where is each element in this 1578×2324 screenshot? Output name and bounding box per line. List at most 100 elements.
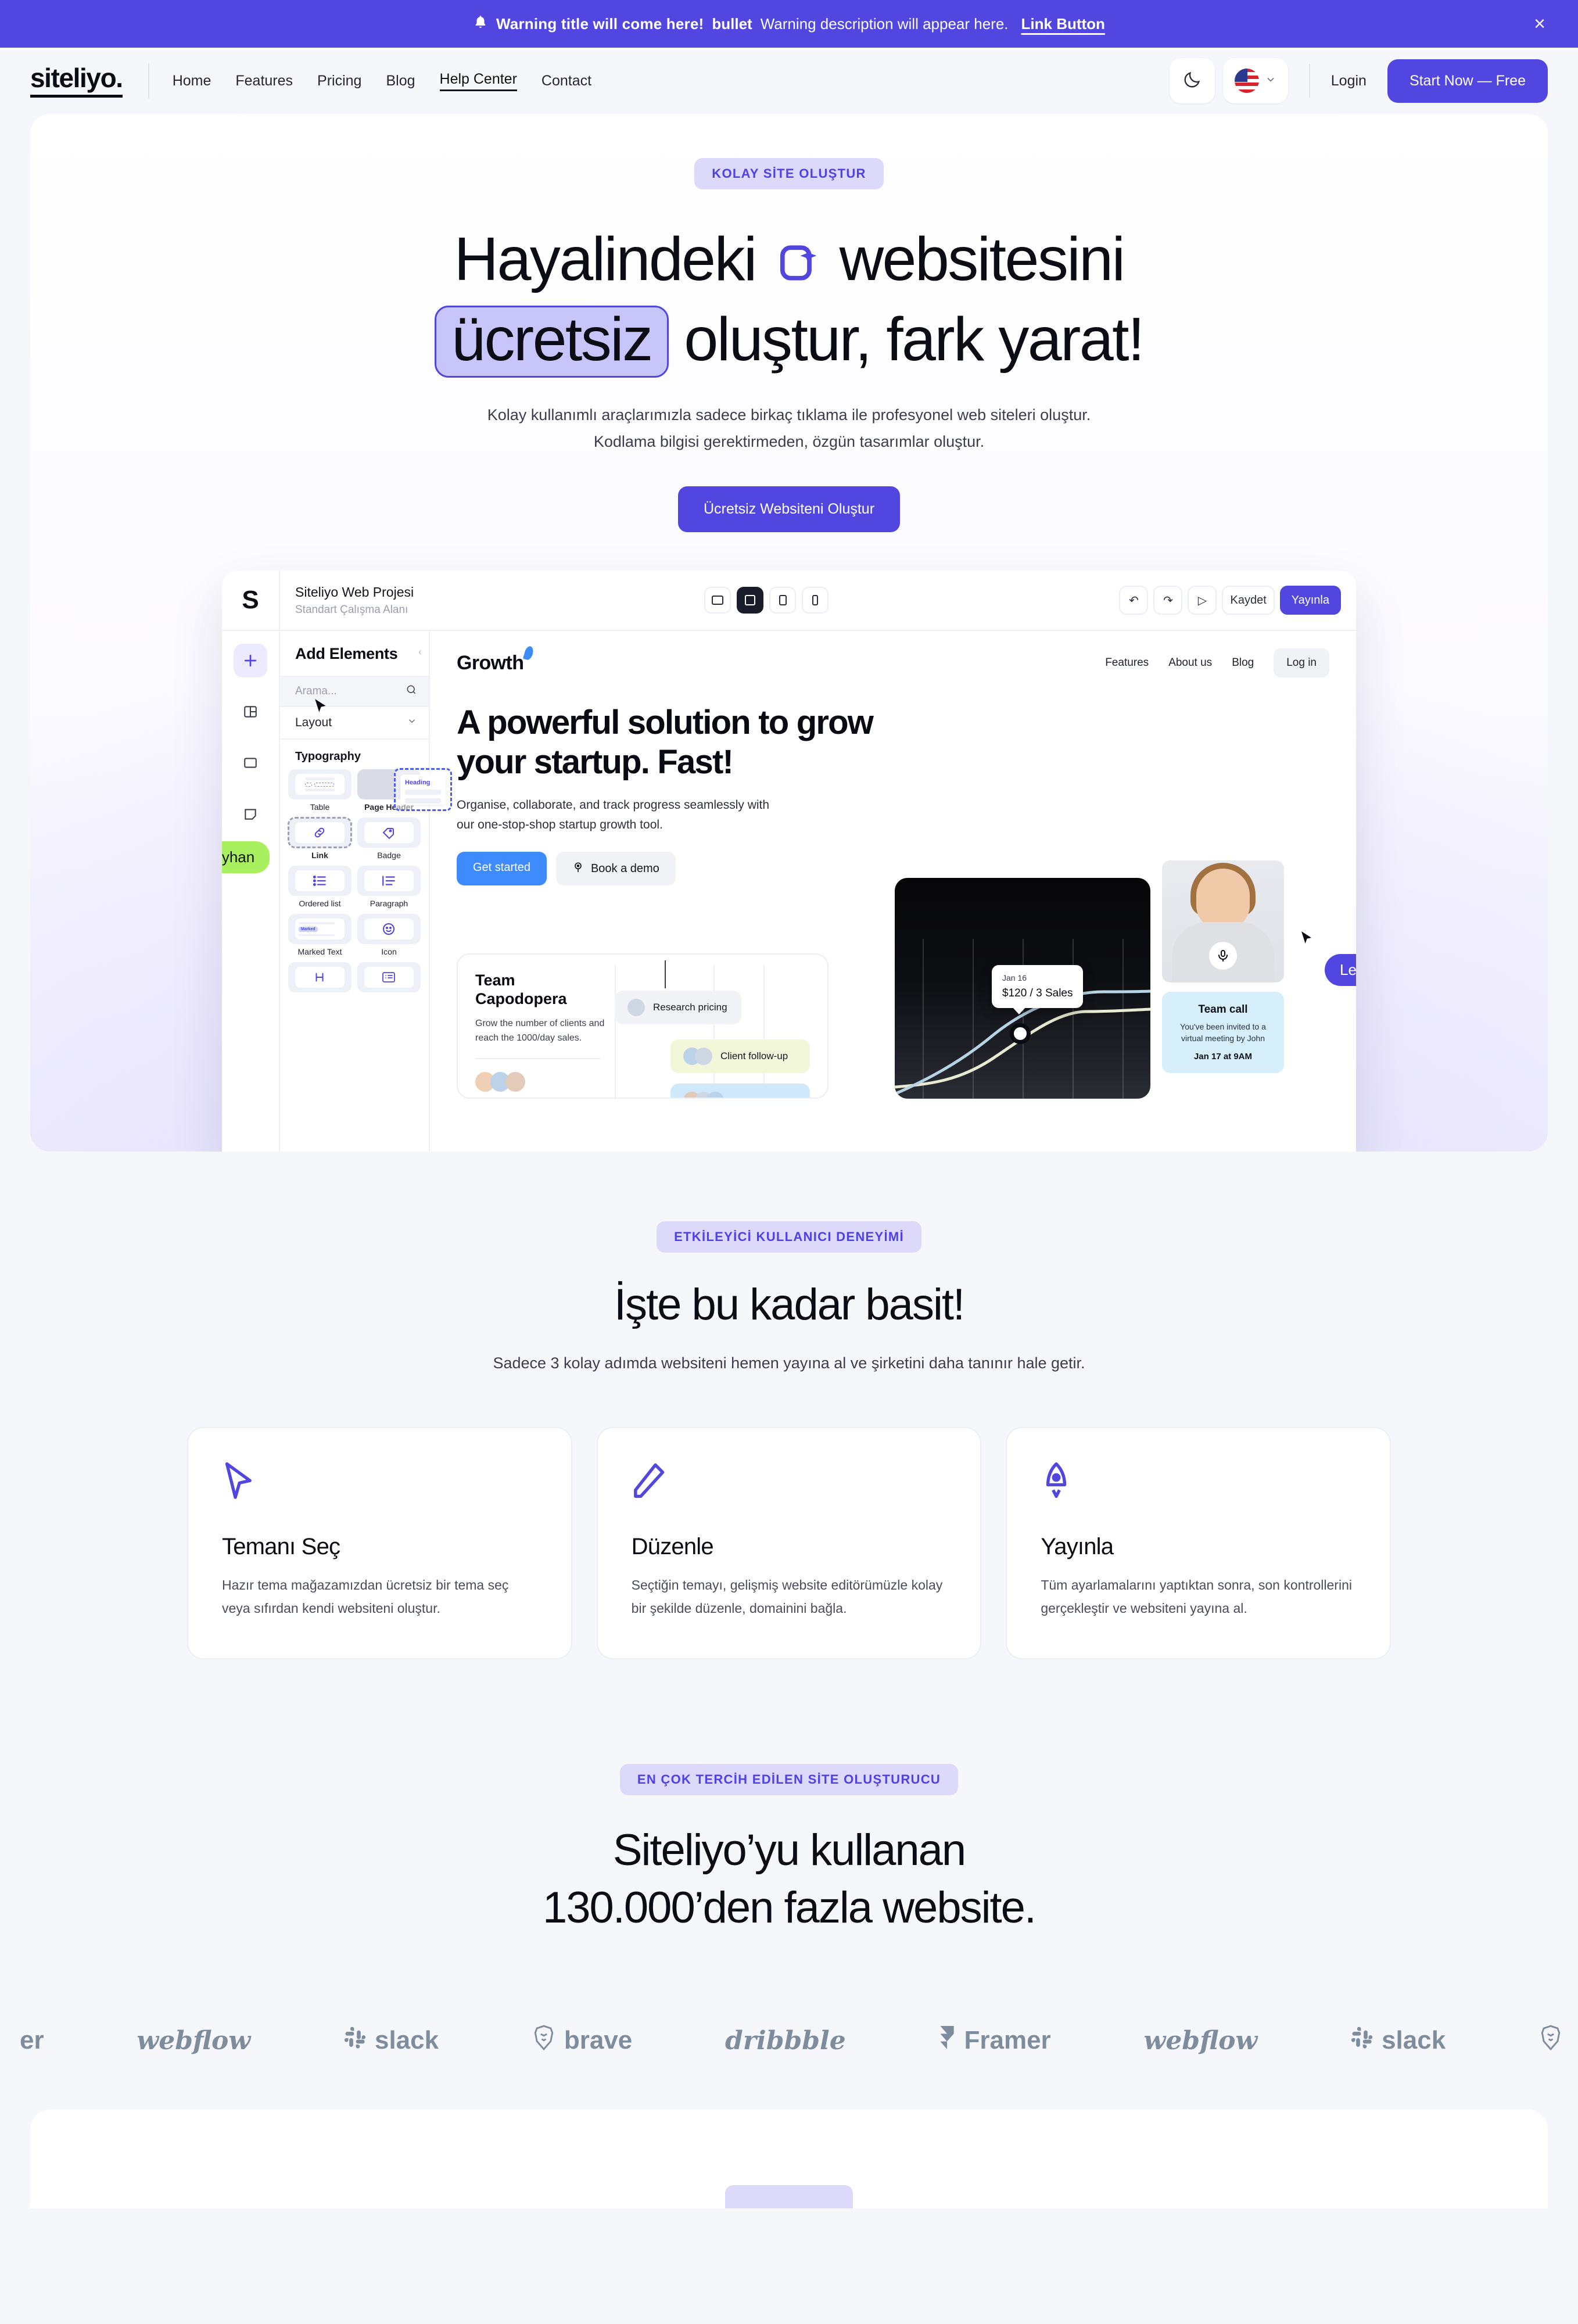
canvas-nav-blog[interactable]: Blog (1232, 657, 1254, 669)
tablet-portrait-icon[interactable] (769, 587, 797, 614)
hero-subtitle: Kolay kullanımlı araçlarımızla sadece bi… (30, 402, 1548, 455)
element-heading[interactable] (288, 962, 352, 995)
canvas-nav-links: Features About us Blog Log in (1105, 648, 1329, 678)
element-marked-text[interactable]: Marked Marked Text (288, 914, 352, 956)
canvas-team-sub-line1: Grow the number of clients and (475, 1018, 605, 1028)
chart-tooltip: Jan 16 $120 / 3 Sales (992, 965, 1084, 1015)
link-icon (288, 817, 352, 849)
layout-grid-icon[interactable] (234, 695, 267, 729)
element-badge[interactable]: Badge (357, 817, 421, 860)
canvas-login-button[interactable]: Log in (1274, 648, 1329, 678)
step-card-publish: Yayınla Tüm ayarlamalarını yaptıktan son… (1006, 1427, 1391, 1660)
logo-framer: Framer (938, 2025, 1051, 2057)
header-divider (148, 63, 149, 98)
element-table[interactable]: Table (288, 769, 352, 812)
element-link[interactable]: Link (288, 817, 352, 860)
task-row[interactable]: Client follow-up (670, 1039, 810, 1074)
canvas-get-started-button[interactable]: Get started (457, 852, 547, 886)
theme-toggle-button[interactable] (1169, 58, 1215, 103)
pencil-edit-icon (632, 1462, 947, 1507)
canvas-paragraph: Organise, collaborate, and track progres… (430, 783, 1356, 834)
avatar (695, 1048, 712, 1066)
chart-data-point (1010, 1023, 1031, 1045)
preview-icon[interactable]: ▷ (1188, 586, 1217, 615)
canvas-call-card: Team call You've been invited to a virtu… (1162, 992, 1284, 1073)
logo-webflow-2: webflow (1143, 2025, 1258, 2056)
site-logo[interactable]: siteliyo. (30, 64, 123, 98)
logo-framer-partial: er (20, 2026, 44, 2055)
nav-item-home[interactable]: Home (173, 73, 211, 89)
desktop-icon[interactable] (737, 587, 764, 614)
tablet-landscape-icon[interactable] (704, 587, 731, 614)
logo-slack-label: slack (374, 2026, 439, 2055)
canvas-book-demo-button[interactable]: Book a demo (555, 852, 676, 886)
login-link[interactable]: Login (1331, 73, 1367, 89)
brave-lion-icon (532, 2024, 556, 2057)
nav-item-blog[interactable]: Blog (386, 73, 415, 89)
editor-mockup: S Siteliyo Web Projesi Standart Çalışma … (222, 571, 1356, 1152)
canvas-person-avatar (1162, 860, 1284, 983)
pointer-cursor-icon (314, 698, 329, 718)
publish-button[interactable]: Yayınla (1279, 586, 1341, 615)
element-icon[interactable]: Icon (357, 914, 421, 956)
collapse-panel-icon[interactable]: ‹ (418, 646, 422, 658)
logo-brave: brave (532, 2024, 632, 2057)
language-selector[interactable] (1222, 58, 1288, 103)
search-icon (406, 684, 417, 699)
undo-icon[interactable]: ↶ (1119, 586, 1149, 615)
canvas-nav-about[interactable]: About us (1168, 657, 1212, 669)
nav-item-features[interactable]: Features (235, 73, 293, 89)
stats-title-line2: 130.000’den fazla website. (543, 1882, 1037, 1932)
panel-search-input[interactable]: Arama... (280, 676, 429, 708)
nav-item-pricing[interactable]: Pricing (317, 73, 361, 89)
hero-title-part3: oluştur, fark yarat! (684, 305, 1145, 374)
hero-cta-wrap: Ücretsiz Websiteni Oluştur (30, 455, 1548, 533)
close-icon[interactable]: × (1534, 14, 1545, 34)
hero-title-highlight: ücretsiz (435, 306, 669, 378)
stats-section: EN ÇOK TERCİH EDİLEN SİTE OLUŞTURUCU Sit… (0, 1659, 1578, 2110)
editor-icon-rail (222, 631, 280, 1152)
logo-framer-label: Framer (964, 2026, 1051, 2055)
task-row[interactable]: Research pricing (615, 991, 741, 1025)
logo-webflow: webflow (137, 2025, 251, 2056)
nav-item-help-center[interactable]: Help Center (439, 71, 517, 91)
chart-tooltip-value: $120 / 3 Sales (1002, 987, 1073, 1000)
ai-website-icon (776, 227, 819, 302)
announcement-link-button[interactable]: Link Button (1021, 15, 1105, 33)
hero-cta-button[interactable]: Ücretsiz Websiteni Oluştur (677, 486, 901, 533)
heading-h-icon (288, 962, 352, 993)
element-ordered-list[interactable]: Ordered list (288, 866, 352, 908)
start-now-button[interactable]: Start Now — Free (1387, 59, 1548, 103)
announcement-title: Warning title will come here! (496, 15, 704, 33)
emoji-icon (357, 914, 421, 945)
simple-section-subtitle: Sadece 3 kolay adımda websiteni hemen ya… (493, 1354, 1085, 1372)
canvas-nav-features[interactable]: Features (1105, 657, 1149, 669)
element-paragraph[interactable]: Paragraph (357, 866, 421, 908)
mobile-icon[interactable] (802, 587, 829, 614)
hero-title-part1: Hayalindeki (454, 225, 758, 293)
call-card-body-line1: You've been invited to a (1180, 1022, 1266, 1032)
chevron-down-icon (407, 716, 417, 730)
canvas-paragraph-line2: our one-stop-shop startup growth tool. (457, 817, 663, 831)
moon-icon (1182, 70, 1202, 92)
editor-action-buttons: ↶ ↷ ▷ Kaydet Yayınla (1119, 586, 1356, 615)
editor-toolbar: S Siteliyo Web Projesi Standart Çalışma … (222, 571, 1356, 632)
redo-icon[interactable]: ↷ (1153, 586, 1183, 615)
microphone-icon[interactable] (1209, 942, 1237, 970)
hero-title-part2: websitesini (839, 225, 1125, 293)
save-button[interactable]: Kaydet (1222, 586, 1275, 615)
step-card-body: Hazır tema mağazamızdan ücretsiz bir tem… (222, 1577, 509, 1616)
theme-icon[interactable] (234, 797, 267, 831)
editor-project-name: Siteliyo Web Projesi (295, 584, 414, 600)
nav-item-contact[interactable]: Contact (541, 73, 591, 89)
badge-tag-icon (357, 817, 421, 848)
canvas-team-title-line1: Team (475, 971, 515, 989)
task-row[interactable] (670, 1084, 810, 1098)
canvas-book-demo-label: Book a demo (590, 862, 659, 875)
panel-group-layout[interactable]: Layout (280, 707, 429, 740)
pages-icon[interactable] (234, 746, 267, 780)
add-icon[interactable] (234, 644, 267, 678)
paragraph-icon (357, 866, 421, 896)
element-list-card[interactable] (357, 962, 421, 995)
canvas-site-nav: Growth Features About us Blog Log in (430, 631, 1356, 678)
